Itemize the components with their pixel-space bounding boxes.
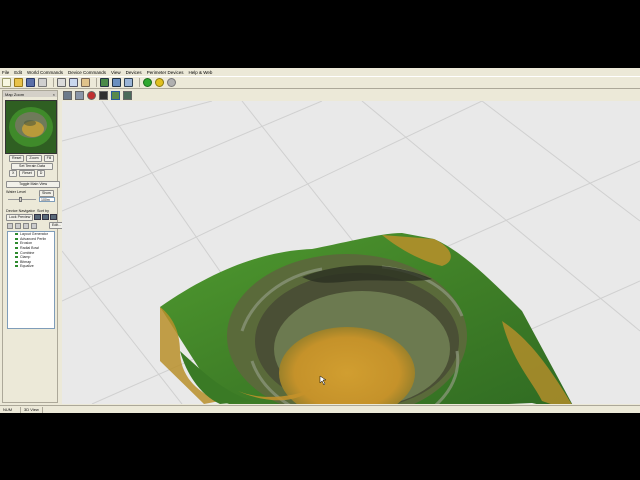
menu-item-devices[interactable]: Devices bbox=[126, 70, 142, 75]
save-icon[interactable] bbox=[26, 78, 35, 87]
status-view: 3D View bbox=[21, 406, 43, 413]
main-toolbar bbox=[0, 76, 640, 89]
screen-icon[interactable] bbox=[99, 90, 108, 100]
water-level-value[interactable]: 100m bbox=[39, 197, 55, 202]
menu-item-edit[interactable]: Edit bbox=[14, 70, 22, 75]
add-device-icon[interactable] bbox=[7, 222, 13, 229]
device-icon bbox=[15, 233, 18, 236]
device-label: Clamp bbox=[20, 255, 31, 260]
app-window: File Edit World Commands Device Commands Vie… bbox=[0, 68, 640, 413]
map-thumbnail[interactable] bbox=[5, 100, 57, 154]
status-bar: NUM 3D View bbox=[0, 405, 640, 413]
camera-icon[interactable] bbox=[124, 78, 133, 87]
menu-item-world-commands[interactable]: World Commands bbox=[27, 70, 63, 75]
map-reset-button[interactable]: Reset bbox=[9, 155, 25, 162]
sort-name-icon[interactable] bbox=[34, 214, 41, 220]
view-toolbar bbox=[62, 89, 640, 101]
device-label: Erosion bbox=[20, 241, 33, 246]
device-icon bbox=[15, 265, 18, 268]
left-panel: Map Zoom × Reset Zoom Fill Set Terrain D… bbox=[2, 90, 65, 403]
device-icon bbox=[15, 247, 18, 250]
view-icon[interactable] bbox=[112, 78, 121, 87]
navigator-tools: Edit... bbox=[7, 222, 65, 229]
device-navigator-label: Device Navigator bbox=[6, 209, 35, 213]
3d-viewport[interactable] bbox=[62, 101, 640, 404]
water-level-label: Water Level bbox=[6, 190, 27, 194]
remove-device-icon[interactable] bbox=[15, 222, 21, 229]
device-icon bbox=[15, 260, 18, 263]
device-tree[interactable]: Layout Generator Advanced Perlin Erosion Ra… bbox=[7, 231, 55, 329]
move-up-icon[interactable] bbox=[23, 222, 29, 229]
close-icon[interactable]: × bbox=[53, 92, 55, 97]
terrain-icon[interactable] bbox=[111, 90, 120, 100]
map-thumbnail-image bbox=[6, 101, 56, 153]
sort-label: Sort by bbox=[37, 209, 50, 213]
run-icon[interactable] bbox=[143, 78, 152, 87]
map-zoom-button[interactable]: Zoom bbox=[26, 155, 42, 162]
toggle-main-view-button[interactable]: Toggle Main View bbox=[6, 181, 60, 188]
device-label: Advanced Perlin bbox=[20, 236, 47, 241]
toolbar-separator bbox=[53, 78, 54, 87]
map-fill-button[interactable]: Fill bbox=[43, 155, 55, 162]
move-down-icon[interactable] bbox=[31, 222, 37, 229]
panel-title-bar: Map Zoom × bbox=[3, 91, 57, 97]
sub-reset-button[interactable]: Reset bbox=[19, 170, 35, 177]
paste-icon[interactable] bbox=[81, 78, 90, 87]
print-icon[interactable] bbox=[38, 78, 47, 87]
menu-item-file[interactable]: File bbox=[2, 70, 9, 75]
layer-icon[interactable] bbox=[123, 90, 132, 100]
menu-item-view[interactable]: View bbox=[111, 70, 121, 75]
grid-icon[interactable] bbox=[100, 78, 109, 87]
device-icon bbox=[15, 237, 18, 240]
open-icon[interactable] bbox=[14, 78, 23, 87]
device-label: Combine bbox=[20, 250, 35, 255]
water-level-slider[interactable] bbox=[19, 197, 22, 202]
lock-preview-button[interactable]: Lock Preview bbox=[6, 214, 34, 221]
panel-title: Map Zoom bbox=[5, 91, 25, 97]
sub-buttons: X Reset D bbox=[9, 170, 46, 177]
pause-icon[interactable] bbox=[155, 78, 164, 87]
record-icon[interactable] bbox=[87, 90, 96, 100]
terrain-render bbox=[62, 101, 640, 404]
menu-item-help-web[interactable]: Help & Web bbox=[188, 70, 212, 75]
water-level-slider-track bbox=[8, 199, 36, 200]
device-label: Radial Bowl bbox=[20, 246, 39, 251]
sub-x-button[interactable]: X bbox=[9, 170, 18, 177]
toolbar-separator bbox=[139, 78, 140, 87]
menu-bar: File Edit World Commands Device Commands Vie… bbox=[0, 68, 640, 76]
status-left: NUM bbox=[0, 406, 21, 413]
copy-icon[interactable] bbox=[69, 78, 78, 87]
device-label: Equalize bbox=[20, 264, 34, 269]
device-label: Bitmap bbox=[20, 259, 32, 264]
device-icon bbox=[15, 251, 18, 254]
device-tree-item[interactable]: Equalize bbox=[15, 264, 54, 269]
device-icon bbox=[15, 242, 18, 245]
map-buttons: Reset Zoom Fill bbox=[9, 155, 55, 162]
perspective-icon[interactable] bbox=[63, 90, 72, 100]
sub-d-button[interactable]: D bbox=[36, 170, 46, 177]
device-label: Layout Generator bbox=[20, 232, 48, 237]
menu-item-device-commands[interactable]: Device Commands bbox=[68, 70, 106, 75]
stop-icon[interactable] bbox=[167, 78, 176, 87]
menu-item-perimeter-devices[interactable]: Perimeter Devices bbox=[147, 70, 184, 75]
new-icon[interactable] bbox=[2, 78, 11, 87]
toolbar-separator bbox=[96, 78, 97, 87]
set-terrain-data-button[interactable]: Set Terrain Data bbox=[11, 163, 53, 170]
cut-icon[interactable] bbox=[57, 78, 66, 87]
device-icon bbox=[15, 256, 18, 259]
sort-type-icon[interactable] bbox=[42, 214, 49, 220]
sort-icons bbox=[34, 214, 57, 220]
sort-order-icon[interactable] bbox=[50, 214, 57, 220]
water-level-show-button[interactable]: Show bbox=[39, 190, 54, 197]
top-view-icon[interactable] bbox=[75, 90, 84, 100]
